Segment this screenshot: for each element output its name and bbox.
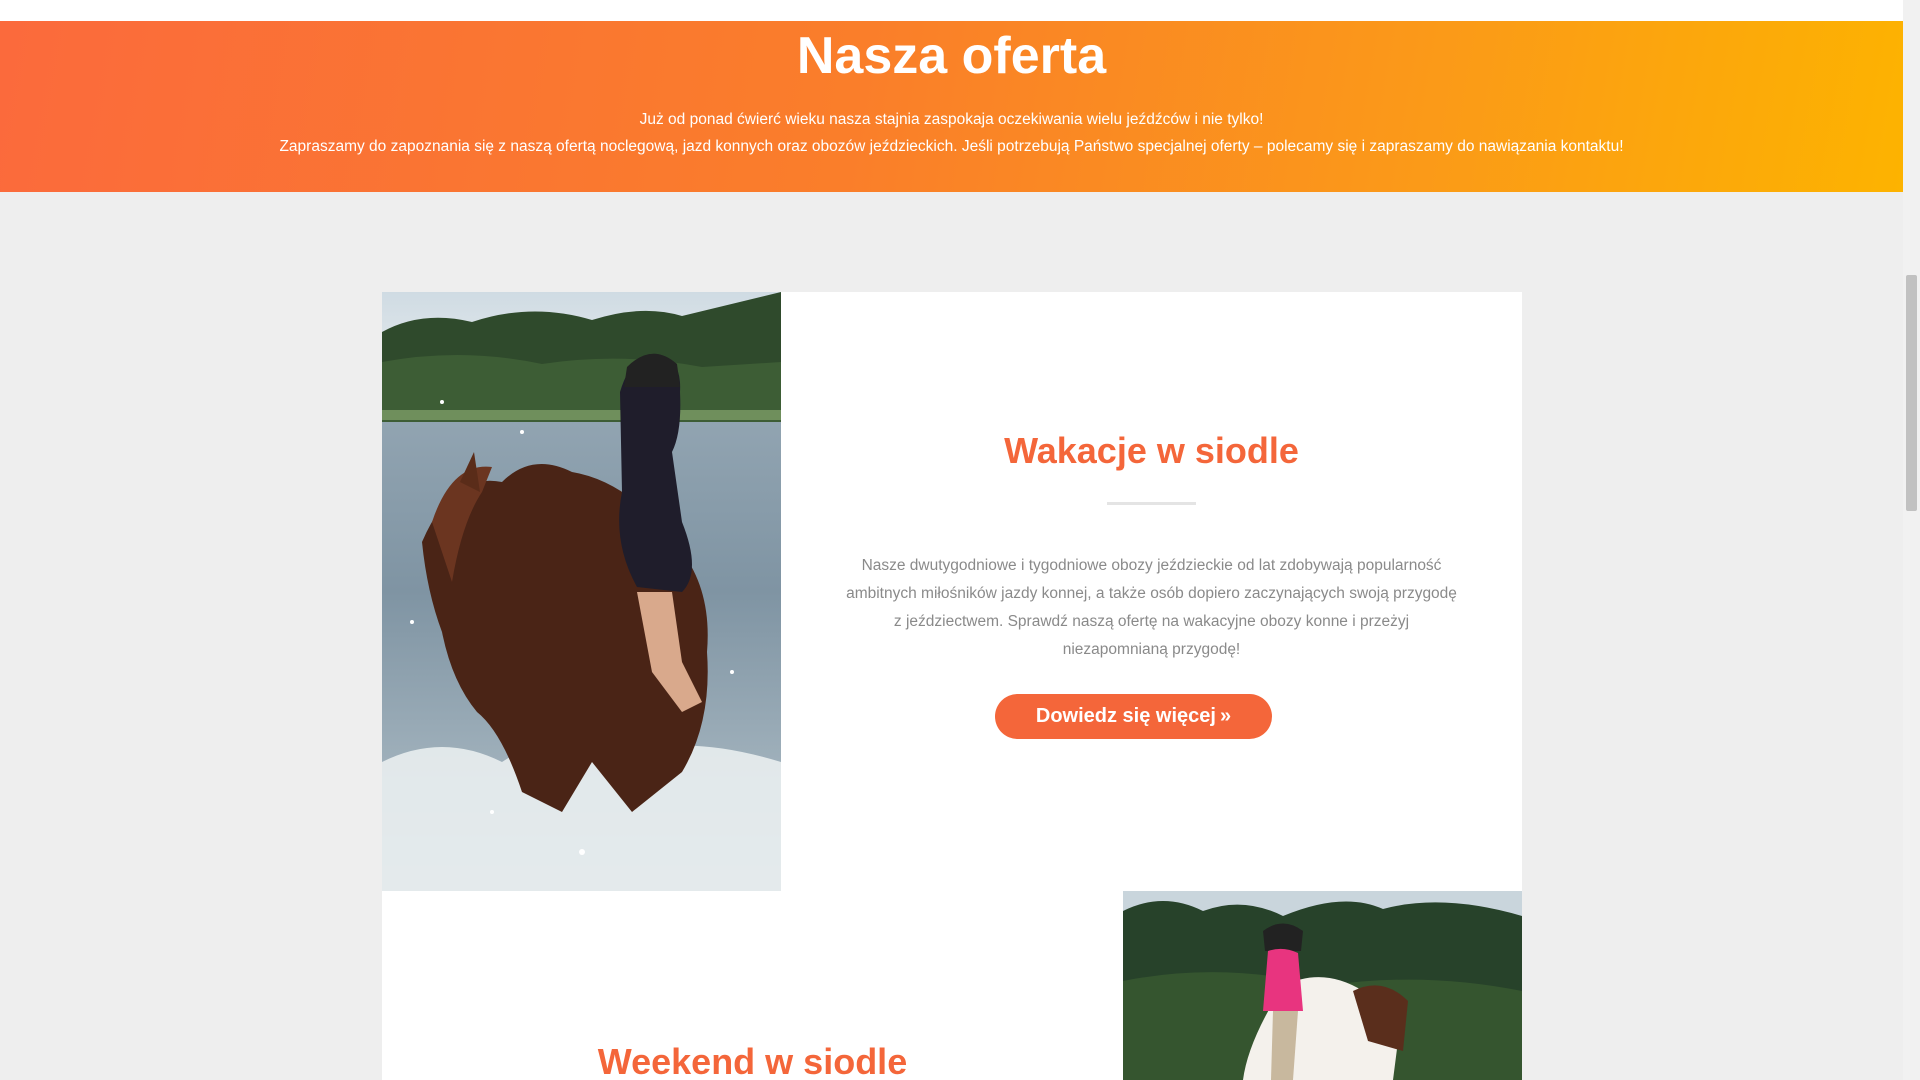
hero-title: Nasza oferta — [796, 27, 1107, 85]
scrollbar-thumb[interactable] — [1906, 275, 1917, 511]
offer-title: Wakacje w siodle — [1004, 430, 1299, 471]
double-chevron-right-icon: » — [1219, 705, 1232, 727]
page: Nasza oferta Już od ponad ćwierć wieku n… — [0, 0, 1920, 1080]
learn-more-button[interactable]: Dowiedz się więcej» — [995, 694, 1272, 739]
offer-card-summer-content: Wakacje w siodle Nasze dwutygodniowe i t… — [781, 292, 1522, 891]
offer-card-weekend-content: Weekend w siodle — [382, 891, 1123, 1080]
title-divider — [1107, 502, 1196, 505]
rider-on-pony-image — [1123, 891, 1522, 1080]
hero-intro-line-2: Zapraszamy do zapoznania się z naszą ofe… — [279, 138, 1624, 155]
offer-hero-banner: Nasza oferta Już od ponad ćwierć wieku n… — [0, 21, 1903, 192]
hero-intro: Już od ponad ćwierć wieku nasza stajnia … — [0, 106, 1903, 160]
learn-more-label: Dowiedz się więcej — [1035, 705, 1216, 727]
offer-description: Nasze dwutygodniowe i tygodniowe obozy j… — [846, 556, 1457, 658]
page-scrollbar[interactable] — [1903, 0, 1920, 1080]
offer-card-weekend: Weekend w siodle — [382, 891, 1522, 1080]
horse-riding-in-lake-image — [382, 292, 781, 891]
top-strip — [0, 0, 1903, 21]
offer-card-summer: Wakacje w siodle Nasze dwutygodniowe i t… — [382, 292, 1522, 891]
offer-title: Weekend w siodle — [597, 1041, 908, 1080]
hero-intro-line-1: Już od ponad ćwierć wieku nasza stajnia … — [639, 111, 1264, 128]
